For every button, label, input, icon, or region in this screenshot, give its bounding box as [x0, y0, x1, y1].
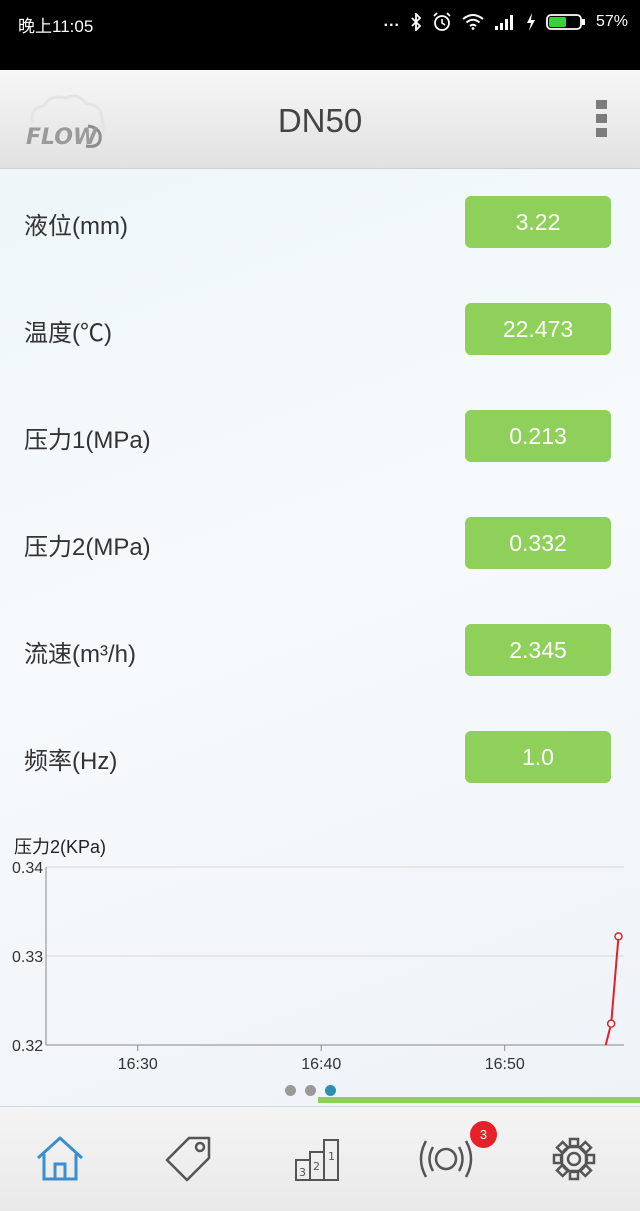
reading-label: 频率(Hz) — [24, 748, 118, 775]
page-dot-active[interactable] — [325, 1085, 336, 1096]
reading-value: 1.0 — [465, 731, 611, 783]
app-bar: FLOW DN50 — [0, 70, 640, 169]
page-title: DN50 — [277, 102, 363, 139]
reading-value: 2.345 — [465, 624, 611, 676]
reading-label: 压力1(MPa) — [24, 427, 151, 454]
signal-icon — [494, 14, 516, 30]
reading-value: 0.332 — [465, 517, 611, 569]
bottom-tab-bar: 3 2 1 3 — [0, 1106, 640, 1211]
menu-dot-icon — [596, 100, 607, 109]
svg-text:3: 3 — [299, 1166, 306, 1179]
x-tick-label: 16:50 — [485, 1056, 525, 1073]
page-dot[interactable] — [305, 1085, 316, 1096]
podium-icon: 3 2 1 — [295, 1139, 339, 1181]
page-indicator — [285, 1085, 336, 1096]
green-progress-line — [318, 1097, 640, 1103]
reading-value: 22.473 — [465, 303, 611, 355]
page-dot[interactable] — [285, 1085, 296, 1096]
gear-icon — [552, 1137, 596, 1181]
tab-alarm[interactable] — [416, 1129, 476, 1189]
x-tick-label: 16:40 — [301, 1056, 341, 1073]
reading-row-frequency: 频率(Hz) 1.0 — [0, 731, 640, 783]
more-dots-icon: ... — [383, 13, 400, 30]
menu-dot-icon — [596, 128, 607, 137]
reading-row-level: 液位(mm) 3.22 — [0, 196, 640, 248]
x-tick-label: 16:30 — [118, 1056, 158, 1073]
svg-text:1: 1 — [328, 1150, 335, 1163]
tab-tags[interactable] — [158, 1129, 218, 1189]
series-line — [604, 936, 620, 1046]
tab-home[interactable] — [30, 1129, 90, 1189]
status-icons: ... 57% — [384, 10, 628, 34]
y-tick-label: 0.33 — [12, 949, 43, 966]
alarm-clock-icon — [432, 12, 452, 32]
main-content: 液位(mm) 3.22 温度(℃) 22.473 压力1(MPa) 0.213 … — [0, 169, 640, 1106]
reading-value: 0.213 — [465, 410, 611, 462]
reading-row-temperature: 温度(℃) 22.473 — [0, 303, 640, 355]
svg-text:2: 2 — [313, 1160, 320, 1173]
charging-icon — [526, 13, 536, 31]
menu-dot-icon — [596, 114, 607, 123]
reading-label: 流速(m³/h) — [24, 641, 136, 668]
reading-row-pressure1: 压力1(MPa) 0.213 — [0, 410, 640, 462]
wifi-icon — [462, 14, 484, 30]
y-tick-label: 0.34 — [12, 860, 43, 877]
reading-label: 压力2(MPa) — [24, 534, 151, 561]
reading-row-pressure2: 压力2(MPa) 0.332 — [0, 517, 640, 569]
reading-row-flow-rate: 流速(m³/h) 2.345 — [0, 624, 640, 676]
chart-title: 压力2(KPa) — [14, 837, 107, 857]
reading-label: 液位(mm) — [24, 213, 128, 240]
status-bar: 晚上11:05 ... 57% — [0, 0, 640, 70]
home-icon — [36, 1136, 84, 1181]
pressure-line-chart[interactable]: 0.32 0.33 0.34 16:30 16:40 16:50 — [0, 859, 640, 1081]
battery-percent: 57% — [595, 13, 628, 30]
alarm-icon — [419, 1140, 473, 1178]
tab-ranking[interactable]: 3 2 1 — [288, 1129, 348, 1189]
y-tick-label: 0.32 — [12, 1038, 43, 1055]
data-point — [606, 1019, 616, 1028]
tab-settings[interactable] — [544, 1129, 604, 1189]
alarm-badge: 3 — [470, 1121, 497, 1148]
battery-icon — [546, 13, 586, 31]
overflow-menu-button[interactable] — [588, 100, 614, 140]
reading-value: 3.22 — [465, 196, 611, 248]
status-time: 晚上11:05 — [18, 17, 94, 36]
data-point — [614, 932, 623, 941]
reading-label: 温度(℃) — [24, 320, 112, 347]
tag-icon — [165, 1136, 211, 1182]
bluetooth-icon — [410, 13, 422, 31]
